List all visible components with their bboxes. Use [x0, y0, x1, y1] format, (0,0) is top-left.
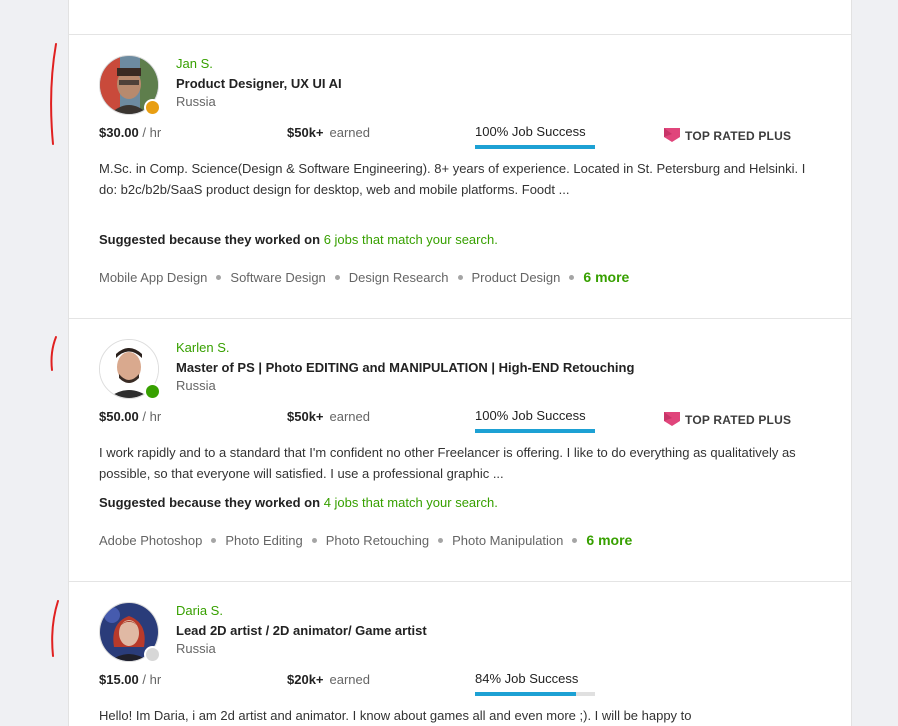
red-pen-mark [50, 43, 57, 145]
suggestion-reason: Suggested because they worked on 6 jobs … [99, 232, 498, 247]
hourly-rate: $50.00 / hr [99, 409, 162, 424]
more-skills-link[interactable]: 6 more [586, 532, 632, 548]
job-success-bar [475, 429, 595, 433]
skills-list: Adobe Photoshop Photo Editing Photo Retouc… [99, 532, 632, 548]
freelancer-card[interactable]: Daria S. Lead 2D artist / 2D animator/ G… [69, 582, 851, 726]
suggestion-reason: Suggested because they worked on 4 jobs … [99, 495, 498, 510]
status-online-icon [144, 383, 161, 400]
freelancer-title[interactable]: Lead 2D artist / 2D animator/ Game artis… [176, 623, 427, 638]
freelancer-name[interactable]: Daria S. [176, 603, 223, 618]
freelancer-card[interactable]: Jan S. Product Designer, UX UI AI Russia… [69, 35, 851, 318]
freelancer-title[interactable]: Master of PS | Photo EDITING and MANIPUL… [176, 360, 634, 375]
top-rated-badge-icon [664, 128, 680, 142]
freelancer-country: Russia [176, 94, 216, 109]
freelancer-title[interactable]: Product Designer, UX UI AI [176, 76, 342, 91]
skill-tag[interactable]: Photo Retouching [326, 533, 429, 548]
skill-tag[interactable]: Photo Manipulation [452, 533, 563, 548]
earnings: $20k+ earned [287, 672, 370, 687]
skill-tag[interactable]: Photo Editing [225, 533, 302, 548]
matching-jobs-link[interactable]: 6 jobs that match your search. [324, 232, 498, 247]
freelancer-list-panel: Jan S. Product Designer, UX UI AI Russia… [68, 0, 852, 726]
matching-jobs-link[interactable]: 4 jobs that match your search. [324, 495, 498, 510]
skill-tag[interactable]: Mobile App Design [99, 270, 207, 285]
job-success-label: 100% Job Success [475, 408, 586, 423]
skill-tag[interactable]: Software Design [230, 270, 325, 285]
freelancer-description: Hello! Im Daria, i am 2d artist and anim… [99, 708, 692, 723]
freelancer-card[interactable]: Karlen S. Master of PS | Photo EDITING a… [69, 319, 851, 581]
job-success-label: 84% Job Success [475, 671, 579, 686]
skill-tag[interactable]: Product Design [472, 270, 561, 285]
hourly-rate: $15.00 / hr [99, 672, 162, 687]
earnings: $50k+ earned [287, 125, 370, 140]
more-skills-link[interactable]: 6 more [583, 269, 629, 285]
job-success-label: 100% Job Success [475, 124, 586, 139]
freelancer-description: M.Sc. in Comp. Science(Design & Software… [99, 161, 806, 197]
job-success-bar [475, 692, 595, 696]
freelancer-country: Russia [176, 378, 216, 393]
status-away-icon [144, 99, 161, 116]
earnings: $50k+ earned [287, 409, 370, 424]
status-offline-icon [144, 646, 161, 663]
skill-tag[interactable]: Design Research [349, 270, 449, 285]
top-rated-plus-badge: TOP RATED PLUS [663, 125, 791, 143]
freelancer-name[interactable]: Jan S. [176, 56, 213, 71]
skills-list: Mobile App Design Software Design Design R… [99, 269, 629, 285]
red-pen-mark [51, 600, 59, 657]
job-success-bar [475, 145, 595, 149]
top-rated-plus-badge: TOP RATED PLUS [663, 409, 791, 427]
freelancer-description: I work rapidly and to a standard that I'… [99, 445, 796, 481]
freelancer-country: Russia [176, 641, 216, 656]
top-rated-badge-icon [664, 412, 680, 426]
freelancer-name[interactable]: Karlen S. [176, 340, 229, 355]
skill-tag[interactable]: Adobe Photoshop [99, 533, 202, 548]
red-pen-mark [50, 336, 57, 371]
hourly-rate: $30.00 / hr [99, 125, 162, 140]
